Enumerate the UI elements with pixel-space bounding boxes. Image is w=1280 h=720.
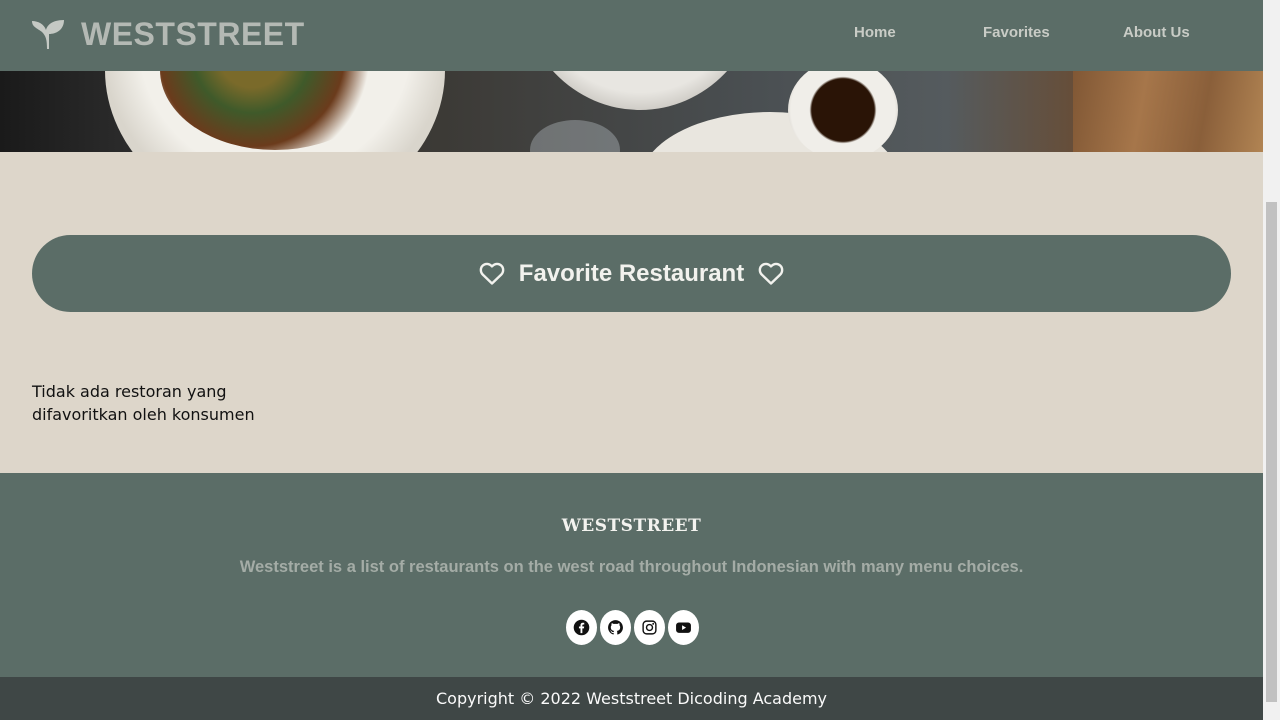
copyright-text: Copyright © 2022 Weststreet Dicoding Aca… (435, 689, 828, 708)
facebook-icon[interactable] (566, 610, 597, 645)
footer-description: Weststreet is a list of restaurants on t… (239, 558, 1024, 576)
favorite-restaurant-banner: Favorite Restaurant (32, 235, 1231, 312)
empty-favorites-message: Tidak ada restoran yang difavoritkan ole… (32, 382, 255, 424)
instagram-icon[interactable] (634, 610, 665, 645)
social-links (566, 610, 699, 645)
section-title: Favorite Restaurant (518, 259, 745, 287)
nav-favorites-link[interactable]: Favorites (983, 24, 1050, 41)
page: WESTSTREET Home Favorites About Us Favor… (0, 0, 1263, 720)
footer: WESTSTREET Weststreet is a list of resta… (0, 473, 1263, 677)
heart-icon (758, 262, 784, 286)
sprout-logo-icon[interactable] (30, 18, 66, 50)
heart-icon (479, 262, 505, 286)
scrollbar-thumb[interactable] (1266, 202, 1277, 702)
scrollbar[interactable] (1263, 0, 1280, 720)
navbar: WESTSTREET Home Favorites About Us (0, 0, 1263, 71)
github-icon[interactable] (600, 610, 631, 645)
nav-about-link[interactable]: About Us (1123, 24, 1190, 41)
copyright-bar: Copyright © 2022 Weststreet Dicoding Aca… (0, 677, 1263, 720)
footer-brand: WESTSTREET (561, 516, 702, 536)
brand-name[interactable]: WESTSTREET (81, 16, 305, 53)
nav-home-link[interactable]: Home (854, 24, 896, 41)
youtube-icon[interactable] (668, 610, 699, 645)
